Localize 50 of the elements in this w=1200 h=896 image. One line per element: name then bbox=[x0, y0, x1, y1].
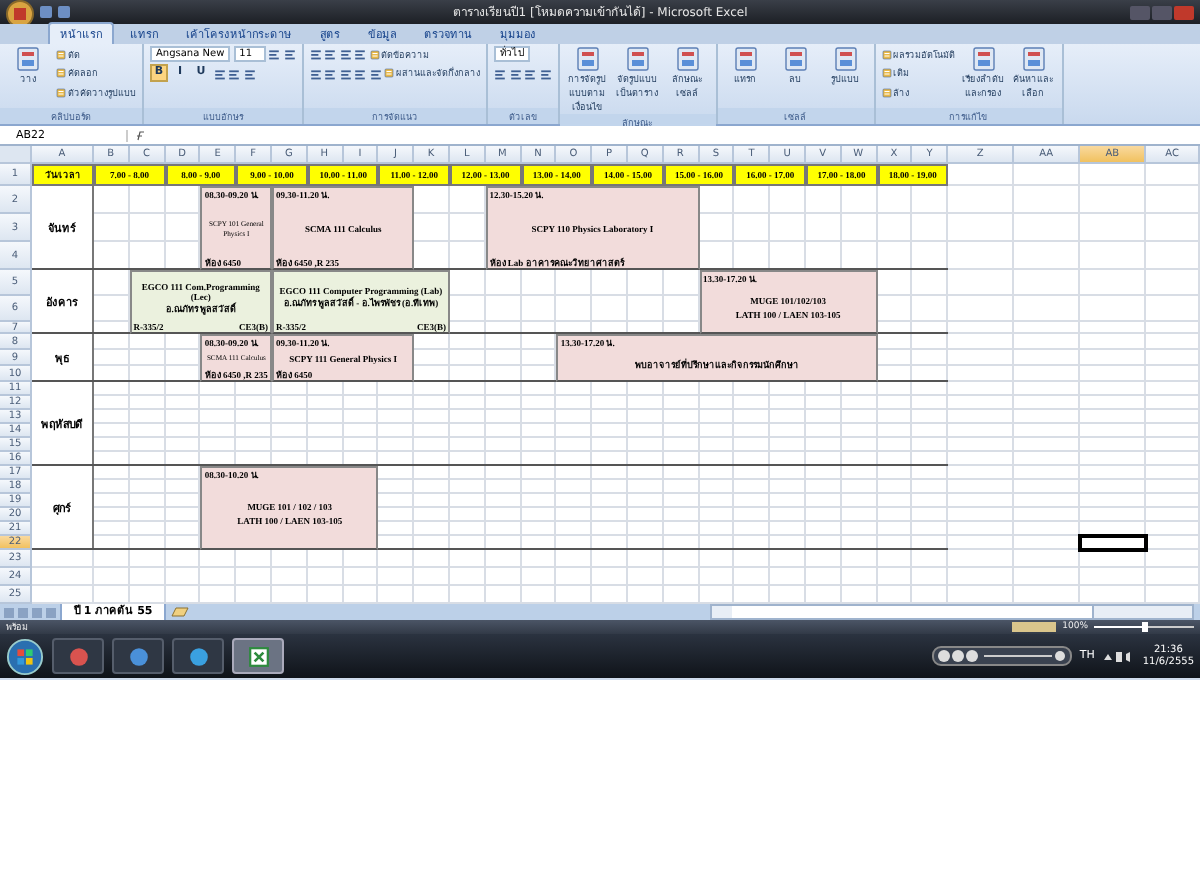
bird-icon bbox=[187, 645, 209, 667]
start-button[interactable] bbox=[6, 637, 44, 675]
tool-icon[interactable] bbox=[268, 48, 281, 60]
tool-icon[interactable] bbox=[324, 67, 337, 79]
tool-icon[interactable] bbox=[339, 67, 352, 79]
media-player-drawing[interactable] bbox=[931, 646, 1072, 666]
horizontal-scrollbar[interactable] bbox=[710, 604, 1194, 620]
command-icon bbox=[1021, 46, 1046, 72]
tool-icon[interactable] bbox=[354, 67, 367, 79]
tool-icon[interactable] bbox=[509, 67, 522, 79]
tool-icon[interactable] bbox=[494, 67, 507, 79]
command-icon bbox=[369, 49, 380, 59]
taskbar-button[interactable] bbox=[232, 638, 284, 674]
tool-icon[interactable] bbox=[213, 67, 225, 79]
command-icon bbox=[881, 87, 892, 97]
browser-icon bbox=[67, 645, 89, 667]
tool-icon[interactable] bbox=[369, 67, 382, 79]
taskbar-button[interactable] bbox=[112, 638, 164, 674]
globe-icon bbox=[127, 645, 149, 667]
tool-icon[interactable] bbox=[228, 67, 240, 79]
tool-icon[interactable] bbox=[524, 67, 537, 79]
spreadsheet-icon bbox=[247, 645, 269, 667]
taskbar-button[interactable] bbox=[172, 638, 224, 674]
command-icon bbox=[575, 46, 600, 72]
command-icon bbox=[16, 46, 40, 72]
command-icon bbox=[675, 46, 700, 72]
tool-icon[interactable] bbox=[339, 48, 352, 60]
view-buttons[interactable] bbox=[1012, 622, 1057, 632]
selected-cell[interactable] bbox=[1078, 534, 1149, 552]
tool-icon[interactable] bbox=[283, 48, 296, 60]
command-icon bbox=[971, 46, 996, 72]
command-icon bbox=[56, 68, 66, 78]
command-icon bbox=[881, 68, 892, 78]
tool-icon[interactable] bbox=[354, 48, 367, 60]
tool-icon[interactable] bbox=[539, 67, 552, 79]
office-button[interactable] bbox=[6, 0, 34, 28]
command-icon bbox=[783, 46, 808, 72]
function-icon[interactable] bbox=[134, 129, 150, 141]
command-icon bbox=[833, 46, 858, 72]
command-icon bbox=[384, 68, 395, 78]
command-icon bbox=[733, 46, 758, 72]
command-icon bbox=[881, 49, 892, 59]
command-icon bbox=[625, 46, 650, 72]
command-icon bbox=[56, 87, 66, 97]
tray-icons[interactable] bbox=[1102, 649, 1135, 663]
tool-icon[interactable] bbox=[309, 67, 322, 79]
command-icon bbox=[56, 49, 66, 59]
tool-icon[interactable] bbox=[309, 48, 322, 60]
tool-icon[interactable] bbox=[243, 67, 255, 79]
tool-icon[interactable] bbox=[324, 48, 337, 60]
